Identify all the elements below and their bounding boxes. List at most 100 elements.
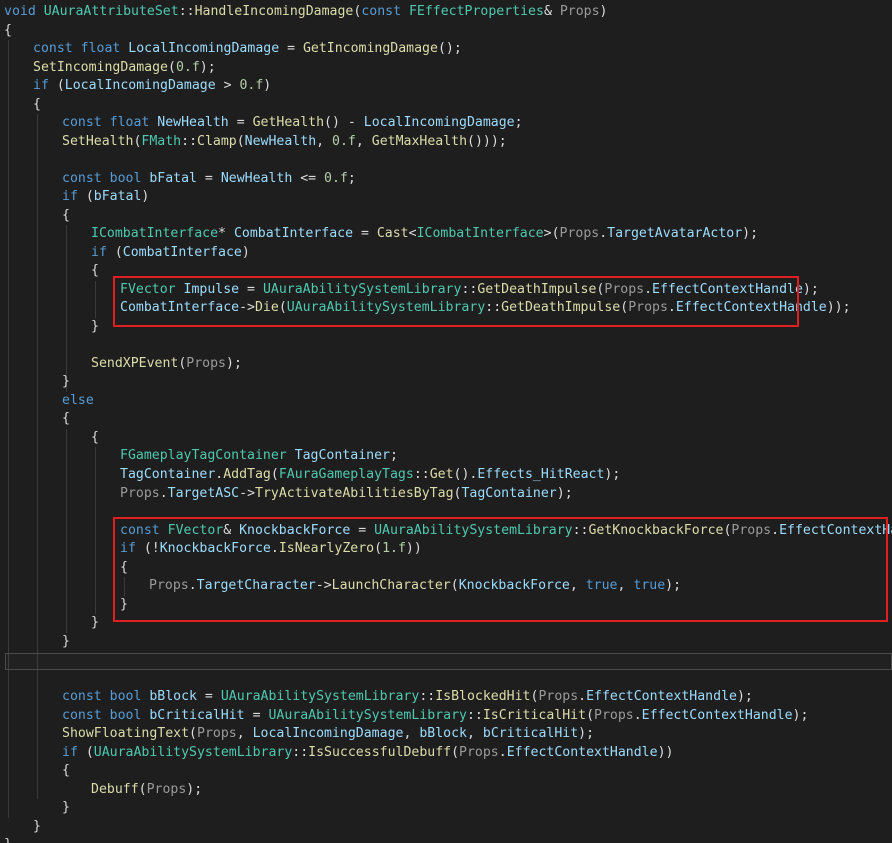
code-token: Props	[120, 485, 160, 501]
code-text: void UAuraAttributeSet::HandleIncomingDa…	[4, 3, 608, 22]
code-token: )	[141, 189, 150, 205]
code-token: bBlock	[149, 689, 197, 705]
code-token: }	[62, 374, 70, 390]
code-token: );	[556, 485, 573, 501]
code-token: Effects_HitReact	[477, 467, 605, 482]
code-token: ;	[514, 115, 523, 131]
code-token: AddTag	[223, 467, 271, 482]
code-token: =	[228, 115, 253, 131]
code-token: Cast	[376, 226, 409, 242]
code-token: if	[91, 244, 115, 260]
code-line: }	[0, 836, 892, 843]
code-token: bFatal	[149, 170, 197, 186]
code-line: Debuff(Props);	[0, 781, 892, 800]
code-text: TagContainer.AddTag(FAuraGameplayTags::G…	[120, 466, 620, 485]
code-token: }	[62, 633, 70, 649]
code-token: );	[736, 689, 753, 705]
code-line: const bool bFatal = NewHealth <= 0.f;	[0, 170, 892, 189]
code-text: FGameplayTagContainer TagContainer;	[120, 447, 398, 466]
code-text: {	[62, 207, 70, 226]
code-token: IsCriticalHit	[482, 707, 587, 723]
code-token: (	[236, 133, 245, 149]
code-line: if (UAuraAbilitySystemLibrary::IsSuccess…	[0, 744, 892, 763]
code-token: UAuraAbilitySystemLibrary	[93, 744, 293, 760]
code-text: }	[62, 633, 70, 652]
code-token: TagContainer	[120, 467, 216, 482]
code-token: float	[109, 115, 158, 131]
code-token: ;	[389, 448, 398, 464]
code-token: ::	[181, 133, 198, 149]
highlight-box-death-impulse	[113, 276, 799, 327]
code-line: if (CombatInterface)	[0, 244, 892, 263]
code-text: SendXPEvent(Props);	[91, 355, 242, 374]
code-line: {	[0, 207, 892, 226]
code-line: TagContainer.AddTag(FAuraGameplayTags::G…	[0, 466, 892, 485]
code-token: =	[244, 707, 269, 723]
code-token: if	[62, 189, 86, 205]
code-token: (	[451, 744, 460, 760]
code-token: Clamp	[197, 133, 237, 149]
code-token: (	[85, 189, 94, 205]
code-text: {	[62, 410, 70, 429]
code-line: }	[0, 373, 892, 392]
code-token: Props	[459, 744, 499, 760]
code-token: =	[196, 689, 221, 705]
code-token: {	[62, 763, 70, 779]
code-token: SetHealth	[62, 133, 134, 149]
code-token: 0.f	[239, 78, 264, 94]
code-token: <=	[292, 170, 325, 186]
code-token: );	[742, 226, 759, 242]
code-token: }	[33, 818, 41, 834]
code-line: ShowFloatingText(Props, LocalIncomingDam…	[0, 725, 892, 744]
code-token: {	[62, 207, 70, 223]
highlight-box-knockback	[113, 517, 888, 622]
code-token: NewHealth	[220, 170, 293, 186]
code-token: ::	[292, 744, 309, 760]
code-token: if	[33, 78, 57, 94]
code-token: FGameplayTagContainer	[120, 448, 295, 464]
code-token: 0.f	[175, 59, 200, 75]
code-token: >(	[543, 226, 560, 242]
code-text: }	[91, 318, 99, 337]
code-token: TargetASC	[167, 485, 240, 501]
code-token: ()));	[467, 133, 507, 149]
code-token: ))	[657, 744, 674, 760]
code-token: (	[138, 781, 147, 797]
code-editor[interactable]: void UAuraAttributeSet::HandleIncomingDa…	[0, 0, 892, 843]
code-token: (	[114, 244, 123, 260]
code-token: ,	[236, 726, 253, 742]
code-token: (	[270, 467, 279, 482]
code-token: {	[62, 411, 70, 427]
code-text: SetHealth(FMath::Clamp(NewHealth, 0.f, G…	[62, 133, 507, 152]
code-line: FGameplayTagContainer TagContainer;	[0, 447, 892, 466]
code-token: UAuraAbilitySystemLibrary	[220, 689, 420, 705]
code-line: const bool bBlock = UAuraAbilitySystemLi…	[0, 688, 892, 707]
code-token: ));	[826, 300, 851, 316]
code-token: (	[167, 59, 176, 75]
code-token: HandleIncomingDamage	[194, 4, 354, 19]
code-token: ();	[437, 41, 462, 57]
code-line: const bool bCriticalHit = UAuraAbilitySy…	[0, 707, 892, 726]
code-line: {	[0, 410, 892, 429]
code-text: const bool bCriticalHit = UAuraAbilitySy…	[62, 707, 808, 726]
code-text: Props.TargetASC->TryActivateAbilitiesByT…	[120, 485, 573, 504]
code-token: TryActivateAbilitiesByTag	[255, 485, 454, 501]
code-token: );	[802, 281, 819, 297]
code-token: }	[91, 318, 99, 334]
code-text: {	[62, 762, 70, 781]
code-token: ICombatInterface	[91, 226, 219, 242]
code-token: ::	[419, 689, 436, 705]
code-line: }	[0, 633, 892, 652]
code-token: UAuraAttributeSet	[43, 4, 179, 19]
code-token: const	[33, 41, 81, 57]
code-token: ->	[239, 485, 256, 501]
code-text: const float LocalIncomingDamage = GetInc…	[33, 40, 462, 59]
code-token: GetIncomingDamage	[302, 41, 438, 57]
code-token: const	[62, 115, 110, 131]
code-token: EffectContextHandle	[506, 744, 658, 760]
code-token: GetHealth	[252, 115, 325, 131]
code-token: bool	[109, 689, 150, 705]
code-token: );	[604, 467, 621, 482]
